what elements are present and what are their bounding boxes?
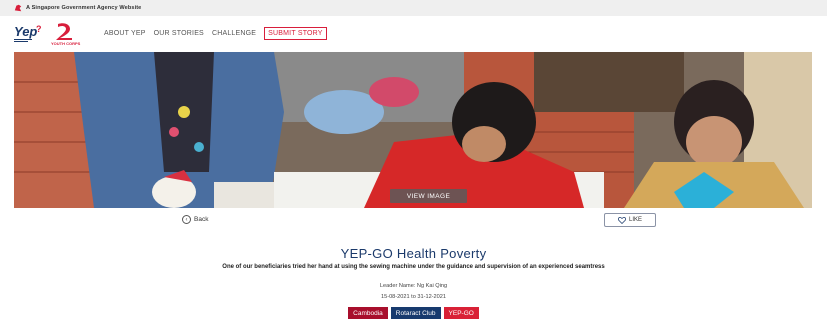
youth-corps-logo[interactable]: YOUTH CORPS	[50, 20, 82, 46]
yep-logo[interactable]: Yep ?	[14, 22, 44, 44]
back-button[interactable]: ‹ Back	[182, 215, 208, 224]
site-header: Yep ? YOUTH CORPS ABOUT YEP OUR STORIES …	[0, 16, 827, 50]
singapore-lion-icon	[14, 4, 22, 12]
like-label: LIKE	[628, 217, 642, 223]
hero-image: VIEW IMAGE	[14, 52, 812, 208]
story-dates: 15-08-2021 to 31-12-2021	[380, 294, 446, 300]
back-label: Back	[194, 216, 209, 223]
nav-about-yep[interactable]: ABOUT YEP	[104, 30, 146, 37]
svg-text:?: ?	[36, 24, 42, 34]
tag-club[interactable]: Rotaract Club	[390, 307, 441, 319]
story-description: One of our beneficiaries tried her hand …	[222, 264, 605, 270]
story-tags: Cambodia Rotaract Club YEP-GO	[0, 307, 827, 319]
story-title: YEP-GO Health Poverty	[340, 246, 487, 261]
main-nav: ABOUT YEP OUR STORIES CHALLENGE SUBMIT S…	[104, 26, 327, 40]
leader-name: Leader Name: Ng Kai Qing	[379, 283, 448, 289]
nav-our-stories[interactable]: OUR STORIES	[154, 30, 204, 37]
svg-text:YOUTH CORPS: YOUTH CORPS	[51, 41, 81, 46]
tag-country[interactable]: Cambodia	[348, 307, 388, 319]
like-button[interactable]: LIKE	[604, 213, 656, 227]
svg-text:Yep: Yep	[14, 24, 37, 39]
tag-program[interactable]: YEP-GO	[443, 307, 479, 319]
gov-banner-text: A Singapore Government Agency Website	[26, 5, 142, 11]
submit-story-button[interactable]: SUBMIT STORY	[264, 26, 327, 40]
chevron-left-icon: ‹	[182, 215, 191, 224]
hero-photo	[14, 52, 812, 208]
view-image-button[interactable]: VIEW IMAGE	[390, 189, 467, 203]
nav-challenge[interactable]: CHALLENGE	[212, 30, 256, 37]
gov-banner: A Singapore Government Agency Website	[0, 0, 827, 16]
heart-icon	[617, 216, 626, 224]
